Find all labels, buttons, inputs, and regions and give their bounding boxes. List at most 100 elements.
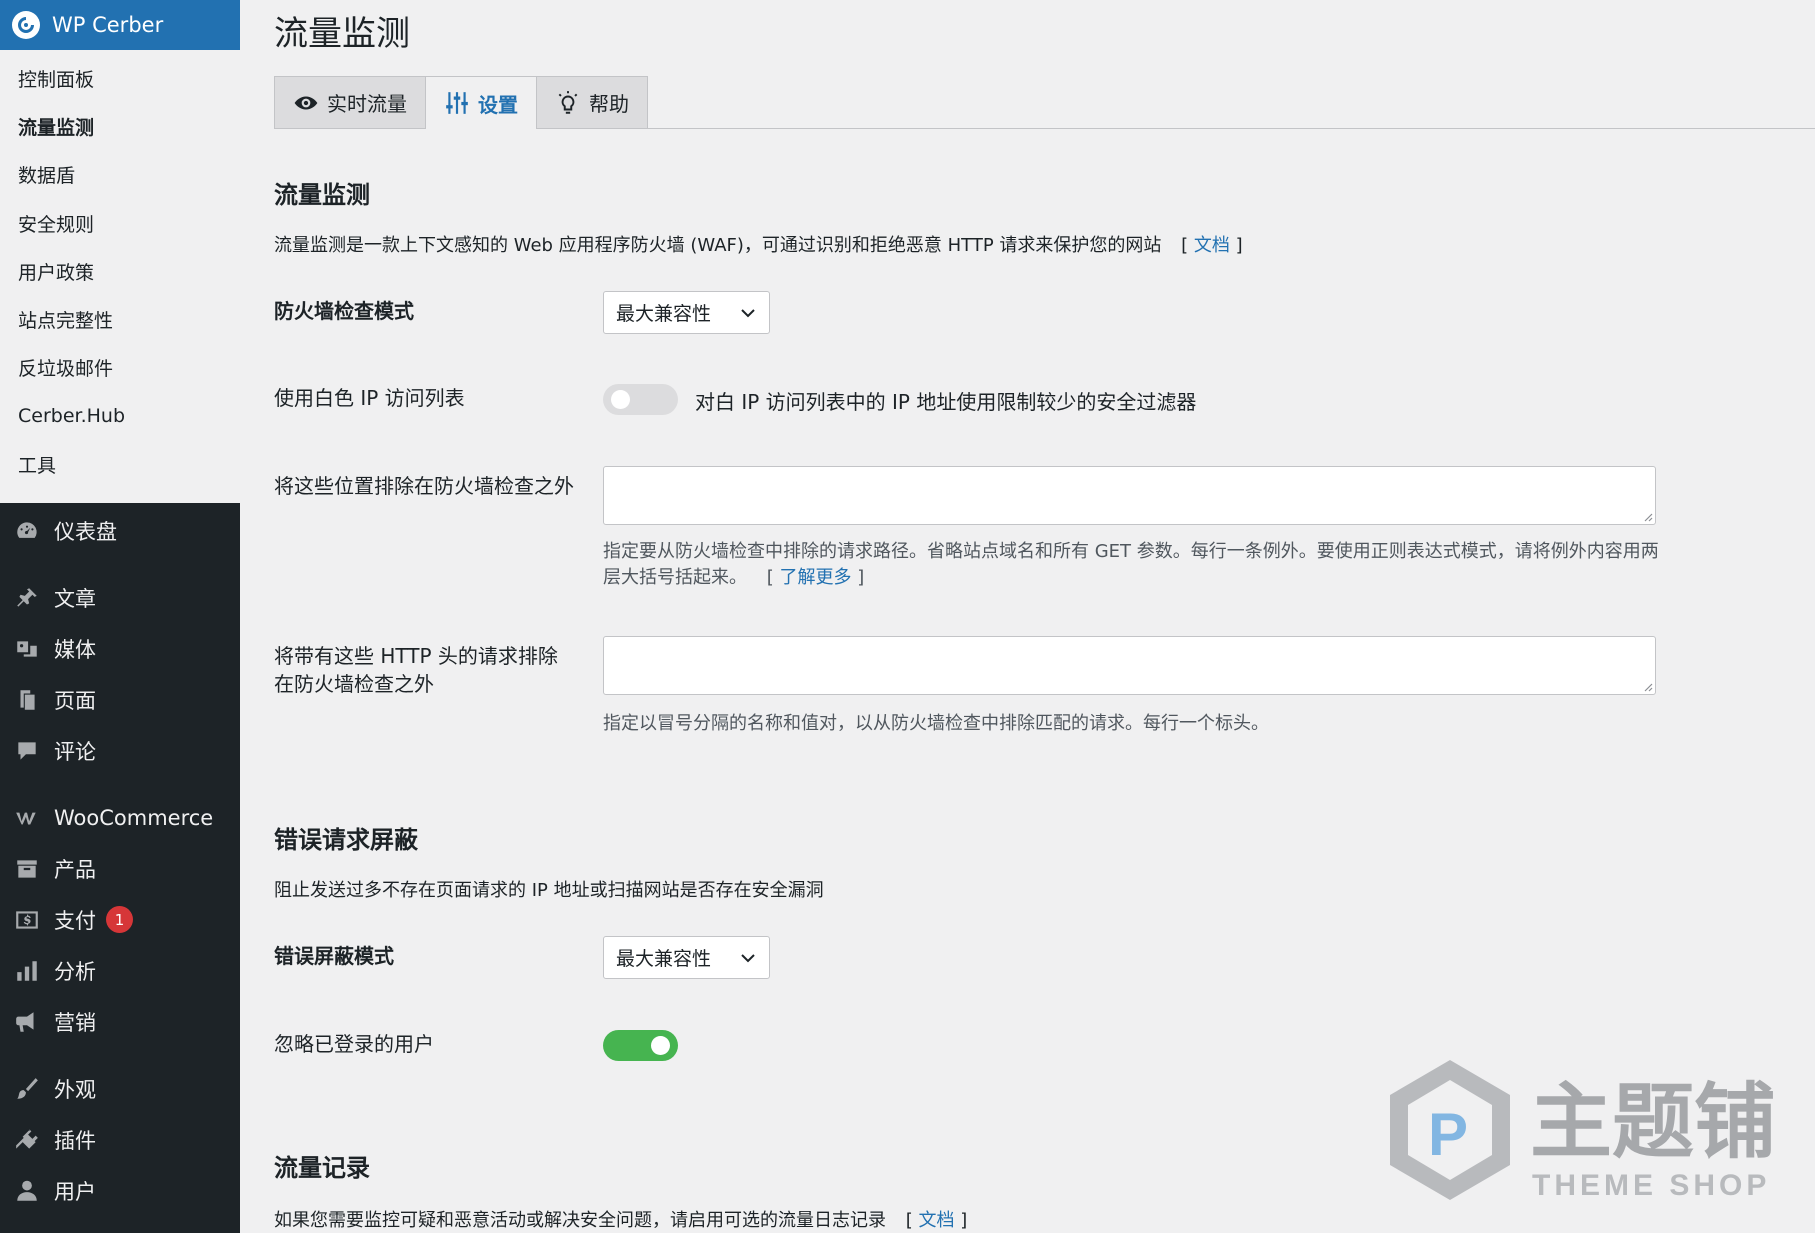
firewall-mode-label: 防火墙检查模式 (274, 299, 414, 323)
sliders-icon (444, 90, 470, 116)
submenu-label: 流量监测 (18, 116, 95, 139)
chevron-down-icon (741, 309, 755, 318)
menu-item-appearance[interactable]: 外观 (0, 1063, 240, 1114)
submenu-item-security-rules[interactable]: 安全规则 (0, 199, 240, 247)
page-title: 流量监测 (274, 14, 410, 54)
main-menu: 仪表盘 文章 媒体 页面 评论 WooCommerce 产品 支付 1 分析 营… (0, 505, 240, 1216)
menu-label: 页面 (54, 688, 96, 713)
help-text: 指定要从防火墙检查中排除的请求路径。省略站点域名和所有 GET 参数。每行一条例… (603, 541, 1659, 588)
admin-sidebar: WP Cerber 控制面板 流量监测 数据盾 安全规则 用户政策 站点完整性 … (0, 0, 240, 1233)
submenu-label: 数据盾 (18, 165, 76, 188)
chevron-down-icon (741, 954, 755, 963)
waf-section-title: 流量监测 (274, 181, 370, 209)
tab-bar: 实时流量 设置 帮助 (274, 76, 648, 129)
menu-item-users[interactable]: 用户 (0, 1165, 240, 1216)
waf-doc-link[interactable]: 文档 (1194, 235, 1230, 256)
exclude-headers-label: 将带有这些 HTTP 头的请求排除在防火墙检查之外 (274, 644, 558, 696)
submenu-item-antispam[interactable]: 反垃圾邮件 (0, 344, 240, 392)
logging-desc-text: 如果您需要监控可疑和恶意活动或解决安全问题，请启用可选的流量日志记录 (274, 1210, 886, 1231)
pin-icon (14, 585, 40, 611)
toggle-knob (651, 1036, 670, 1055)
tab-label: 帮助 (589, 92, 629, 116)
menu-item-posts[interactable]: 文章 (0, 572, 240, 623)
menu-label: 支付 (54, 908, 96, 933)
toggle-knob (611, 390, 630, 409)
dollar-icon (14, 907, 40, 933)
exclude-locations-label: 将这些位置排除在防火墙检查之外 (274, 474, 574, 498)
menu-item-analytics[interactable]: 分析 (0, 945, 240, 996)
watermark-text: 主题铺 (1530, 1075, 1776, 1170)
resize-grip-icon[interactable] (1643, 512, 1653, 522)
payments-count-badge: 1 (106, 906, 133, 933)
firewall-mode-select[interactable]: 最大兼容性 (603, 291, 770, 334)
submenu-item-datashield[interactable]: 数据盾 (0, 151, 240, 199)
errors-section-title: 错误请求屏蔽 (274, 826, 418, 854)
ignore-logged-in-toggle[interactable] (603, 1030, 678, 1061)
menu-item-media[interactable]: 媒体 (0, 623, 240, 674)
submenu-label: 控制面板 (18, 68, 95, 91)
submenu-item-user-policies[interactable]: 用户政策 (0, 247, 240, 295)
waf-desc-text: 流量监测是一款上下文感知的 Web 应用程序防火墙 (WAF)，可通过识别和拒绝… (274, 235, 1162, 256)
menu-label: 分析 (54, 959, 96, 984)
comment-icon (14, 738, 40, 764)
exclude-headers-textarea[interactable] (603, 636, 1656, 695)
submenu-label: 反垃圾邮件 (18, 358, 114, 381)
select-value: 最大兼容性 (616, 303, 712, 325)
tab-settings[interactable]: 设置 (425, 76, 537, 129)
tab-help[interactable]: 帮助 (536, 76, 648, 128)
menu-item-woocommerce[interactable]: WooCommerce (0, 792, 240, 843)
submenu-item-traffic[interactable]: 流量监测 (0, 102, 240, 150)
submenu-item-dashboard[interactable]: 控制面板 (0, 54, 240, 102)
logging-doc-link[interactable]: 文档 (918, 1210, 954, 1231)
brand-title: WP Cerber (52, 13, 164, 37)
dashboard-icon (14, 518, 40, 544)
cerber-submenu: 控制面板 流量监测 数据盾 安全规则 用户政策 站点完整性 反垃圾邮件 Cerb… (0, 50, 240, 503)
menu-item-pages[interactable]: 页面 (0, 674, 240, 725)
menu-label: 评论 (54, 739, 96, 764)
waf-section-desc: 流量监测是一款上下文感知的 Web 应用程序防火墙 (WAF)，可通过识别和拒绝… (274, 235, 1243, 256)
watermark-subtext: THEME SHOP (1532, 1169, 1770, 1202)
error-mode-select[interactable]: 最大兼容性 (603, 936, 770, 979)
woo-icon (14, 805, 40, 831)
whitelist-toggle[interactable] (603, 384, 678, 415)
theme-shop-watermark: P 主题铺 THEME SHOP (1390, 1055, 1790, 1205)
user-icon (14, 1178, 40, 1204)
menu-label: WooCommerce (54, 805, 214, 830)
learn-more-link[interactable]: 了解更多 (779, 567, 851, 588)
menu-label: 仪表盘 (54, 519, 117, 544)
logging-section-title: 流量记录 (274, 1154, 370, 1182)
tab-label: 实时流量 (327, 92, 407, 116)
whitelist-label: 使用白色 IP 访问列表 (274, 386, 465, 410)
whitelist-toggle-text: 对白 IP 访问列表中的 IP 地址使用限制较少的安全过滤器 (695, 390, 1197, 414)
submenu-label: 安全规则 (18, 213, 95, 236)
menu-item-dashboard[interactable]: 仪表盘 (0, 505, 240, 556)
plugin-icon (14, 1127, 40, 1153)
exclude-headers-help: 指定以冒号分隔的名称和值对，以从防火墙检查中排除匹配的请求。每行一个标头。 (603, 713, 1269, 734)
menu-label: 外观 (54, 1077, 96, 1102)
watermark-logo-icon: P (1390, 1060, 1510, 1200)
menu-item-comments[interactable]: 评论 (0, 725, 240, 776)
main-content: 流量监测 实时流量 设置 帮助 流量监测 流量监测是一款上下文感知的 Web 应… (240, 0, 1815, 1233)
submenu-item-site-integrity[interactable]: 站点完整性 (0, 295, 240, 343)
submenu-item-tools[interactable]: 工具 (0, 440, 240, 488)
wp-cerber-menu-header[interactable]: WP Cerber (0, 0, 240, 50)
menu-item-plugins[interactable]: 插件 (0, 1114, 240, 1165)
exclude-locations-textarea[interactable] (603, 466, 1656, 525)
page-icon (14, 687, 40, 713)
ignore-logged-in-label: 忽略已登录的用户 (274, 1032, 434, 1056)
resize-grip-icon[interactable] (1643, 682, 1653, 692)
menu-label: 用户 (54, 1179, 96, 1204)
menu-label: 媒体 (54, 637, 96, 662)
submenu-label: 工具 (18, 455, 57, 478)
submenu-item-cerber-hub[interactable]: Cerber.Hub (0, 392, 240, 440)
brush-icon (14, 1076, 40, 1102)
media-icon (14, 636, 40, 662)
select-value: 最大兼容性 (616, 948, 712, 970)
menu-item-products[interactable]: 产品 (0, 843, 240, 894)
logging-section-desc: 如果您需要监控可疑和恶意活动或解决安全问题，请启用可选的流量日志记录 [ 文档 … (274, 1210, 968, 1231)
tab-live-traffic[interactable]: 实时流量 (274, 76, 426, 128)
menu-item-marketing[interactable]: 营销 (0, 996, 240, 1047)
submenu-label: 站点完整性 (18, 310, 114, 333)
menu-label: 插件 (54, 1128, 96, 1153)
menu-item-payments[interactable]: 支付 1 (0, 894, 240, 945)
